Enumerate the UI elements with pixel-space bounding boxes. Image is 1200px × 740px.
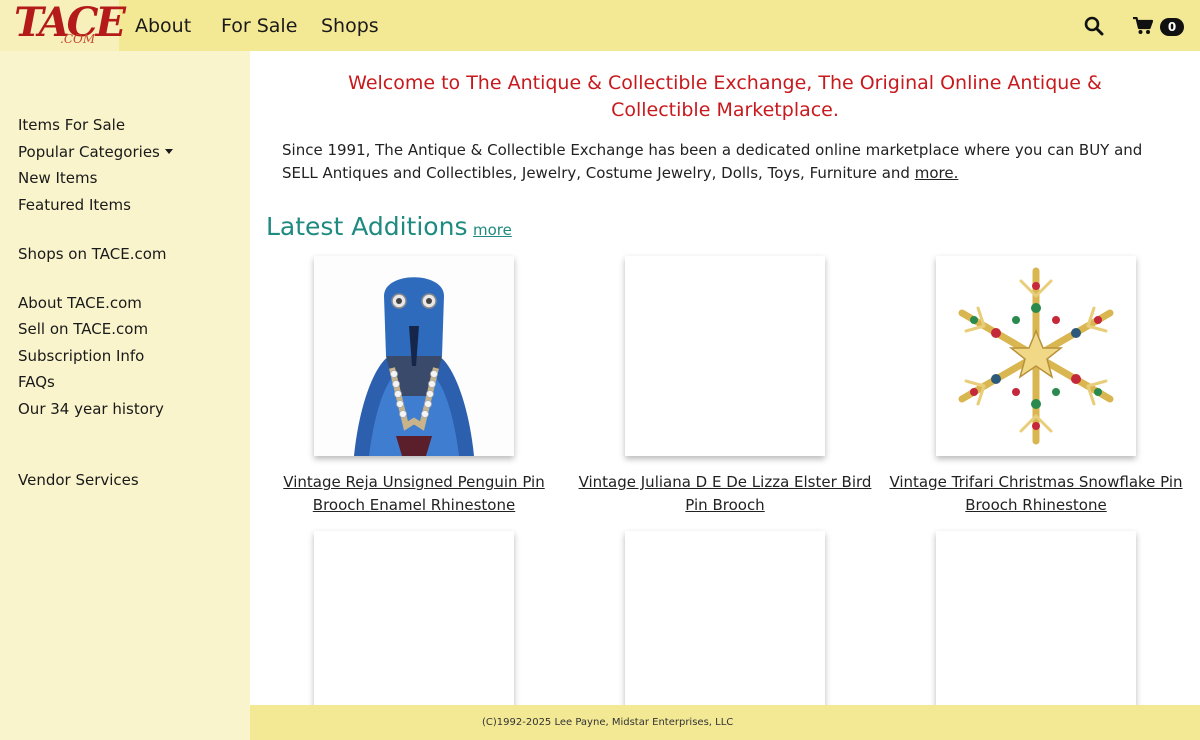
sidebar-item-items-for-sale[interactable]: Items For Sale bbox=[18, 115, 125, 135]
sidebar-item-new-items[interactable]: New Items bbox=[18, 168, 97, 188]
footer: (C)1992-2025 Lee Payne, Midstar Enterpri… bbox=[250, 705, 1200, 740]
sidebar-item-subscription-info[interactable]: Subscription Info bbox=[18, 346, 144, 366]
sidebar-item-history[interactable]: Our 34 year history bbox=[18, 399, 164, 419]
copyright-text: (C)1992-2025 Lee Payne, Midstar Enterpri… bbox=[482, 717, 734, 728]
cart-count-badge[interactable]: 0 bbox=[1160, 18, 1184, 36]
latest-additions-more-link[interactable]: more bbox=[473, 220, 512, 240]
item-title-snowflake-brooch[interactable]: Vintage Trifari Christmas Snowflake Pin … bbox=[886, 471, 1186, 517]
snowflake-brooch-image bbox=[936, 256, 1136, 456]
sidebar-item-popular-categories[interactable]: Popular Categories bbox=[18, 142, 173, 162]
penguin-brooch-image bbox=[314, 256, 514, 456]
nav-shops[interactable]: Shops bbox=[321, 14, 379, 38]
item-thumbnail[interactable] bbox=[936, 531, 1136, 731]
sidebar-item-faqs[interactable]: FAQs bbox=[18, 372, 55, 392]
item-thumbnail[interactable] bbox=[625, 531, 825, 731]
nav-for-sale[interactable]: For Sale bbox=[221, 14, 297, 38]
welcome-heading: Welcome to The Antique & Collectible Exc… bbox=[348, 72, 1102, 121]
nav-about[interactable]: About bbox=[135, 14, 191, 38]
intro-text: Since 1991, The Antique & Collectible Ex… bbox=[282, 141, 1143, 182]
search-icon[interactable] bbox=[1084, 16, 1104, 36]
intro-paragraph: Since 1991, The Antique & Collectible Ex… bbox=[282, 139, 1162, 185]
top-navigation-bar: TACE .COM About For Sale Shops 0 bbox=[0, 0, 1200, 51]
intro-more-link[interactable]: more. bbox=[915, 164, 959, 182]
sidebar: Items For Sale Popular Categories New It… bbox=[0, 51, 250, 740]
item-thumbnail-snowflake-brooch[interactable] bbox=[936, 256, 1136, 456]
latest-additions-heading: Latest Additions bbox=[266, 212, 468, 241]
sidebar-item-about[interactable]: About TACE.com bbox=[18, 293, 142, 313]
logo-sub-text: .COM bbox=[60, 32, 96, 46]
sidebar-item-label: Popular Categories bbox=[18, 143, 160, 161]
sidebar-item-featured-items[interactable]: Featured Items bbox=[18, 195, 131, 215]
cart-icon[interactable] bbox=[1133, 17, 1153, 35]
item-thumbnail-bird-brooch[interactable] bbox=[625, 256, 825, 456]
sidebar-item-shops[interactable]: Shops on TACE.com bbox=[18, 244, 167, 264]
item-title-bird-brooch[interactable]: Vintage Juliana D E De Lizza Elster Bird… bbox=[575, 471, 875, 517]
item-thumbnail-penguin-brooch[interactable] bbox=[314, 256, 514, 456]
sidebar-item-vendor-services[interactable]: Vendor Services bbox=[18, 470, 139, 490]
caret-down-icon bbox=[164, 149, 173, 154]
sidebar-item-sell[interactable]: Sell on TACE.com bbox=[18, 319, 148, 339]
site-logo[interactable]: TACE .COM bbox=[0, 0, 126, 51]
item-thumbnail[interactable] bbox=[314, 531, 514, 731]
item-title-penguin-brooch[interactable]: Vintage Reja Unsigned Penguin Pin Brooch… bbox=[264, 471, 564, 517]
